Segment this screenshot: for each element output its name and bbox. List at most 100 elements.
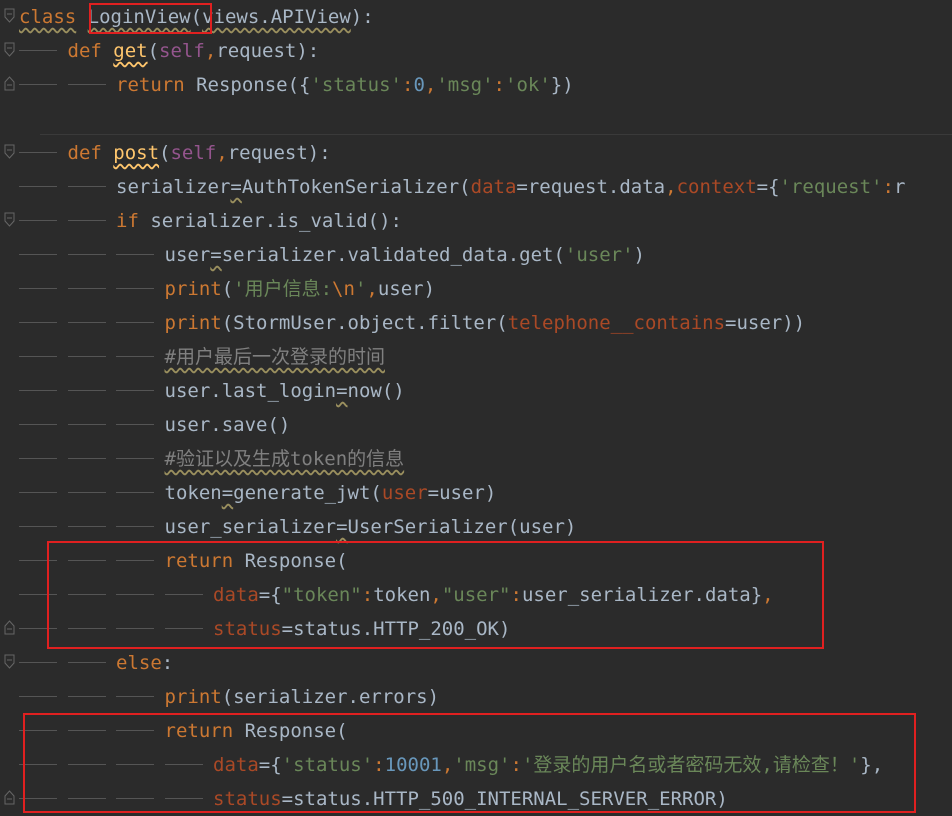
code-token: token — [164, 482, 222, 504]
code-line[interactable]: serializer=AuthTokenSerializer(data=requ… — [0, 170, 952, 204]
code-token: print — [164, 278, 222, 300]
code-line[interactable]: #验证以及生成token的信息 — [0, 442, 952, 476]
code-token: 'request' — [779, 176, 883, 198]
code-line[interactable]: print('用户信息:\n',user) — [0, 272, 952, 306]
code-token: '用户信息: — [233, 278, 333, 300]
indent-guide — [19, 152, 57, 153]
indent-guide — [116, 254, 154, 255]
code-line[interactable]: def post(self,request): — [0, 136, 952, 170]
code-token: , — [665, 176, 677, 198]
indent-guide — [67, 322, 106, 323]
fold-end-icon[interactable] — [4, 790, 15, 805]
code-token: serializer.is_valid(): — [150, 210, 402, 232]
code-token: user) — [377, 278, 436, 300]
code-token: post — [113, 142, 160, 164]
code-token: user.last_login — [164, 380, 337, 402]
indent-guide — [19, 50, 57, 51]
code-token: 'status' — [310, 74, 402, 96]
code-token: user — [164, 244, 211, 266]
indent-guide — [116, 696, 154, 697]
code-token: return — [116, 74, 197, 96]
code-token: = — [230, 176, 242, 198]
code-token: , — [216, 142, 228, 164]
code-token: , — [204, 40, 217, 62]
code-line[interactable]: if serializer.is_valid(): — [0, 204, 952, 238]
code-line[interactable]: print(serializer.errors) — [0, 680, 952, 714]
indent-guide — [116, 390, 154, 391]
code-token: = — [221, 482, 234, 504]
code-token: : — [493, 74, 505, 96]
indent-guide — [67, 662, 106, 663]
code-token: request): — [227, 142, 331, 164]
code-line[interactable]: token=generate_jwt(user=user) — [0, 476, 952, 510]
code-line[interactable] — [0, 102, 952, 136]
code-token: serializer — [116, 176, 231, 198]
code-token: def — [67, 40, 114, 62]
code-token: ): — [350, 6, 374, 28]
indent-guide — [116, 492, 154, 493]
indent-guide — [19, 526, 57, 527]
code-token: AuthTokenSerializer( — [241, 176, 471, 198]
code-line[interactable]: user.last_login=now() — [0, 374, 952, 408]
code-token: \n — [332, 278, 355, 300]
code-line[interactable]: print(StormUser.object.filter(telephone_… — [0, 306, 952, 340]
code-token: user.save() — [164, 414, 291, 436]
indent-guide — [19, 220, 57, 221]
class-name-highlight — [89, 3, 212, 34]
code-token: #验证以及生成token的信息 — [164, 448, 405, 470]
code-token: , — [366, 278, 378, 300]
code-line[interactable]: #用户最后一次登录的时间 — [0, 340, 952, 374]
indent-guide — [19, 322, 57, 323]
code-token: context — [676, 176, 757, 198]
fold-end-icon[interactable] — [4, 76, 15, 91]
indent-guide — [67, 186, 106, 187]
fold-collapse-icon[interactable] — [4, 654, 15, 669]
code-token: ) — [633, 244, 645, 266]
indent-guide — [67, 254, 106, 255]
fold-collapse-icon[interactable] — [4, 42, 15, 57]
code-text: def post(self,request): — [68, 136, 331, 170]
code-text: print(serializer.errors) — [165, 680, 440, 714]
code-token: 'user' — [564, 244, 634, 266]
indent-guide — [67, 356, 106, 357]
code-token: serializer.validated_data.get( — [221, 244, 565, 266]
code-token: #用户最后一次登录的时间 — [164, 346, 385, 368]
code-text: serializer=AuthTokenSerializer(data=requ… — [116, 170, 905, 204]
indent-guide — [67, 696, 106, 697]
code-token: ( — [147, 40, 160, 62]
indent-guide — [19, 186, 57, 187]
indent-guide — [19, 696, 57, 697]
indent-guide — [19, 356, 57, 357]
code-line[interactable]: user_serializer=UserSerializer(user) — [0, 510, 952, 544]
code-token: user — [381, 482, 428, 504]
code-token: 'msg' — [436, 74, 494, 96]
code-token: =user) — [427, 482, 497, 504]
code-text: print('用户信息:\n',user) — [165, 272, 436, 306]
indent-guide — [67, 424, 106, 425]
code-editor[interactable]: class LoginView(views.APIView): def get(s… — [0, 0, 952, 813]
indent-guide — [19, 288, 57, 289]
code-line[interactable]: else: — [0, 646, 952, 680]
code-text: user_serializer=UserSerializer(user) — [165, 510, 577, 544]
code-token: =request.data — [516, 176, 666, 198]
code-line[interactable]: user=serializer.validated_data.get('user… — [0, 238, 952, 272]
fold-end-icon[interactable] — [4, 620, 15, 635]
code-text: print(StormUser.object.filter(telephone_… — [165, 306, 806, 340]
code-text: user=serializer.validated_data.get('user… — [165, 238, 645, 272]
code-token: : — [401, 74, 414, 96]
code-token: request): — [216, 40, 320, 62]
error-return-highlight — [23, 713, 916, 813]
code-token: }) — [550, 74, 574, 96]
code-line[interactable]: def get(self,request): — [0, 34, 952, 68]
code-line[interactable]: user.save() — [0, 408, 952, 442]
code-token: views.APIView — [202, 6, 351, 28]
fold-collapse-icon[interactable] — [4, 212, 15, 227]
fold-collapse-icon[interactable] — [4, 8, 15, 23]
indent-guide — [67, 526, 106, 527]
code-line[interactable]: return Response({'status':0,'msg':'ok'}) — [0, 68, 952, 102]
fold-collapse-icon[interactable] — [4, 144, 15, 159]
indent-guide — [19, 662, 57, 663]
code-token: generate_jwt( — [233, 482, 382, 504]
code-token: ( — [221, 278, 234, 300]
